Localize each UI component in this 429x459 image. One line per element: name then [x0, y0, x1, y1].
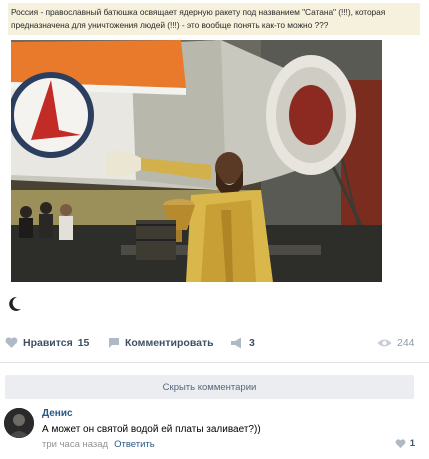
post-caption: Россия - православный батюшка освящает я… — [8, 3, 420, 35]
eye-icon — [377, 339, 392, 347]
post-actions-bar: Нравится 15 Комментировать 3 244 — [0, 333, 429, 353]
heart-icon — [395, 438, 406, 448]
comment-item: Денис А может он святой водой ей платы з… — [0, 405, 429, 459]
views-counter: 244 — [377, 333, 415, 353]
comment-like-count: 1 — [409, 438, 415, 449]
avatar-image — [4, 408, 34, 438]
comment-button[interactable]: Комментировать — [108, 333, 214, 353]
share-button[interactable]: 3 — [230, 333, 255, 353]
like-button[interactable]: Нравится 15 — [5, 333, 89, 353]
comment-like-button[interactable]: 1 — [395, 438, 415, 449]
share-count: 3 — [249, 337, 255, 349]
hide-comments-button[interactable]: Скрыть комментарии — [5, 375, 414, 399]
reply-button[interactable]: Ответить — [114, 439, 155, 450]
share-icon — [231, 337, 241, 349]
comment-icon — [109, 338, 119, 348]
divider — [0, 362, 429, 363]
comment-text: А может он святой водой ей платы заливае… — [42, 424, 261, 435]
comment-time[interactable]: три часа назад — [42, 439, 108, 450]
like-count: 15 — [77, 337, 90, 349]
views-count: 244 — [397, 337, 415, 349]
like-label: Нравится — [23, 337, 73, 349]
post-card: Россия - православный батюшка освящает я… — [0, 0, 429, 362]
comment-author[interactable]: Денис — [42, 408, 73, 419]
comment-label: Комментировать — [125, 337, 214, 349]
heart-icon — [5, 337, 18, 348]
avatar[interactable] — [4, 408, 34, 438]
rocket-blessing-image — [11, 40, 382, 282]
post-photo[interactable] — [11, 40, 382, 282]
moon-icon — [9, 296, 21, 311]
comment-meta: три часа назад Ответить — [42, 439, 155, 450]
